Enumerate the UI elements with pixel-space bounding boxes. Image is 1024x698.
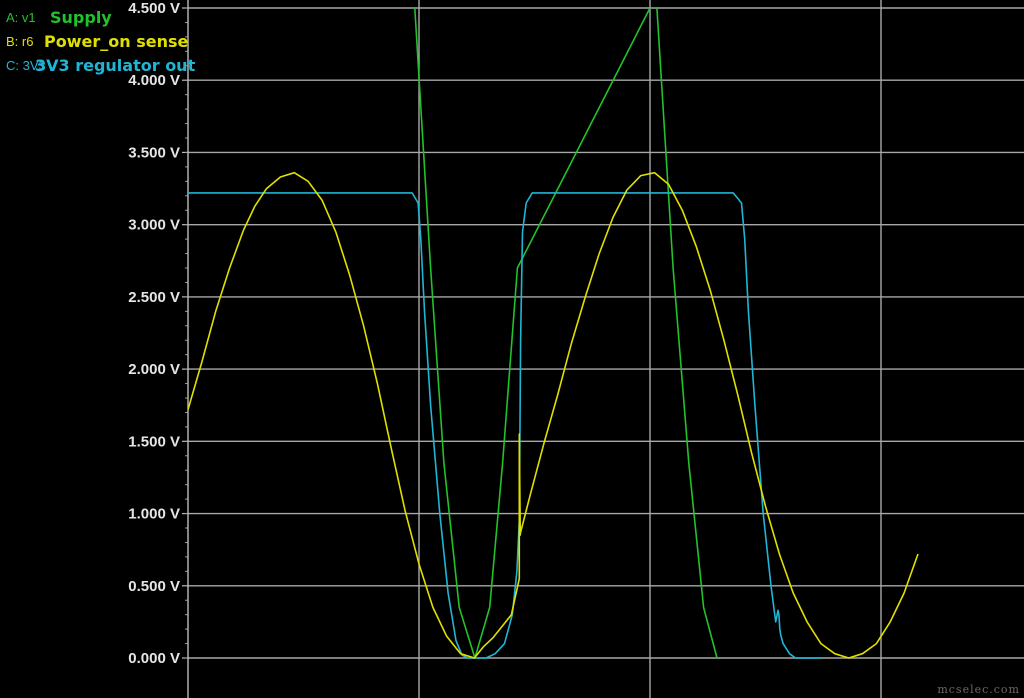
legend-name-b: Power_on sense — [44, 32, 189, 51]
y-tick-label: 0.000 V — [128, 650, 180, 667]
oscilloscope-plot: 0.000 V 0.500 V 1.000 V 1.500 V 2.000 V 2.500… — [0, 0, 1024, 698]
watermark: mcselec.com — [937, 683, 1020, 696]
legend-name-c: 3V3 regulator out — [35, 56, 196, 75]
y-tick-label: 2.000 V — [128, 361, 180, 378]
y-tick-label: 1.000 V — [128, 506, 180, 523]
y-tick-label: 2.500 V — [128, 289, 180, 306]
legend-key-b: B: r6 — [6, 34, 34, 49]
y-tick-label: 0.500 V — [128, 578, 180, 595]
y-tick-label: 1.500 V — [128, 433, 180, 450]
y-tick-label: 3.500 V — [128, 144, 180, 161]
legend-name-a: Supply — [50, 8, 112, 27]
legend-key-a: A: v1 — [6, 10, 36, 25]
y-tick-label: 4.500 V — [128, 0, 180, 17]
y-tick-label: 3.000 V — [128, 217, 180, 234]
